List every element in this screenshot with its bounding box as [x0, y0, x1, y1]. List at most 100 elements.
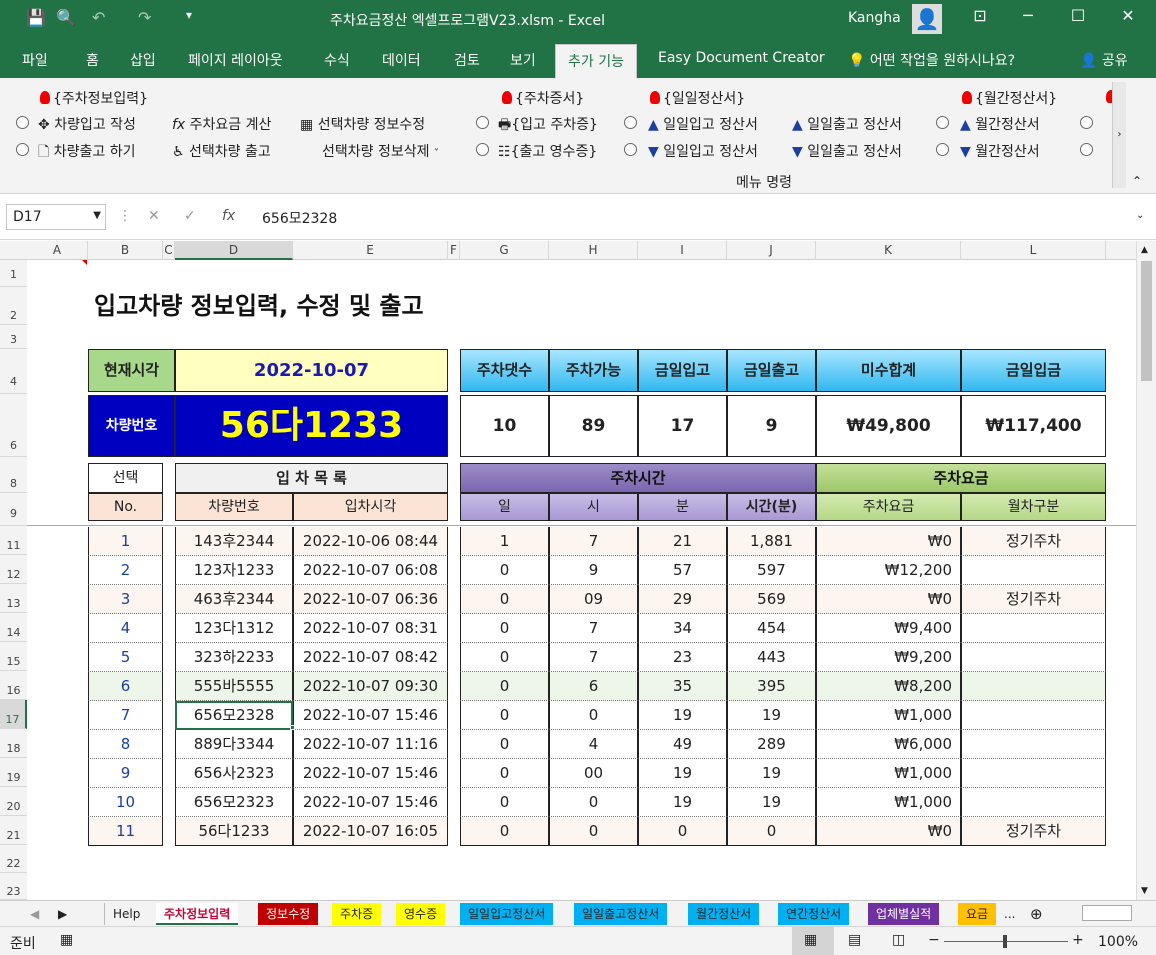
table-cell-row-number[interactable]: 8: [88, 730, 163, 759]
table-cell-monthly-type[interactable]: [961, 643, 1106, 672]
table-cell-parking-fee[interactable]: ₩12,200: [816, 556, 961, 585]
tab-file[interactable]: 파일: [22, 50, 48, 70]
table-cell-hours[interactable]: 0: [549, 701, 638, 730]
entry-ticket-button[interactable]: 🖶{입고 주차증}: [498, 114, 598, 138]
table-cell-monthly-type[interactable]: 정기주차: [961, 817, 1106, 846]
radio-option[interactable]: [624, 116, 637, 129]
table-cell-row-number[interactable]: 7: [88, 701, 163, 730]
table-cell-total-minutes[interactable]: 19: [727, 701, 816, 730]
scroll-down-icon[interactable]: ▼: [1141, 886, 1148, 896]
row-header[interactable]: 15: [0, 642, 27, 671]
sheet-tab-ticket[interactable]: 주차증: [332, 903, 382, 925]
table-cell-parking-fee[interactable]: ₩6,000: [816, 730, 961, 759]
selected-car-exit-button[interactable]: ♿ 선택차량 출고: [172, 141, 271, 161]
table-cell-hours[interactable]: 0: [549, 817, 638, 846]
page-break-icon[interactable]: ◫: [892, 932, 905, 948]
table-cell-monthly-type[interactable]: [961, 614, 1106, 643]
table-cell-minutes[interactable]: 19: [638, 788, 727, 817]
table-cell-days[interactable]: 0: [460, 585, 549, 614]
table-cell-entry-time[interactable]: 2022-10-06 08:44: [293, 527, 448, 556]
column-header[interactable]: K: [816, 241, 961, 260]
user-name[interactable]: Kangha: [848, 10, 901, 26]
table-cell-row-number[interactable]: 6: [88, 672, 163, 701]
table-cell-total-minutes[interactable]: 443: [727, 643, 816, 672]
fill-handle[interactable]: [290, 725, 295, 730]
table-cell-minutes[interactable]: 19: [638, 759, 727, 788]
table-cell-hours[interactable]: 7: [549, 527, 638, 556]
tab-page-layout[interactable]: 페이지 레이아웃: [188, 50, 283, 70]
sheet-tab-active[interactable]: 주차정보입력: [156, 903, 239, 925]
table-cell-hours[interactable]: 00: [549, 759, 638, 788]
column-header-selected[interactable]: D: [175, 241, 293, 260]
table-cell-days[interactable]: 0: [460, 817, 549, 846]
table-cell-total-minutes[interactable]: 569: [727, 585, 816, 614]
column-header[interactable]: G: [460, 241, 549, 260]
table-cell-monthly-type[interactable]: 정기주차: [961, 527, 1106, 556]
table-cell-total-minutes[interactable]: 395: [727, 672, 816, 701]
monthly-down-button[interactable]: ▼ 월간정산서: [960, 141, 1040, 161]
table-cell-row-number[interactable]: 9: [88, 759, 163, 788]
macro-record-icon[interactable]: ▦: [60, 932, 73, 948]
column-header[interactable]: B: [88, 241, 163, 260]
table-cell-monthly-type[interactable]: [961, 730, 1106, 759]
table-cell-entry-time[interactable]: 2022-10-07 08:31: [293, 614, 448, 643]
table-cell-parking-fee[interactable]: ₩0: [816, 527, 961, 556]
edit-car-info-button[interactable]: ▦ 선택차량 정보수정: [300, 114, 425, 134]
row-header[interactable]: 6: [0, 394, 27, 457]
monthly-up-button[interactable]: ▲ 월간정산서: [960, 114, 1040, 134]
table-cell-car-number[interactable]: 143후2344: [175, 527, 293, 556]
table-cell-total-minutes[interactable]: 597: [727, 556, 816, 585]
vertical-scrollbar[interactable]: ▲ ▼: [1136, 241, 1156, 900]
table-cell-parking-fee[interactable]: ₩0: [816, 585, 961, 614]
table-cell-total-minutes[interactable]: 19: [727, 788, 816, 817]
fee-calc-button[interactable]: fx 주차요금 계산: [172, 114, 271, 134]
row-header[interactable]: 19: [0, 758, 27, 787]
radio-option[interactable]: [16, 143, 29, 156]
table-cell-parking-fee[interactable]: ₩9,400: [816, 614, 961, 643]
car-entry-button[interactable]: ✥ 차량입고 작성: [38, 114, 136, 134]
row-header[interactable]: 2: [0, 287, 27, 325]
now-value[interactable]: 2022-10-07: [175, 349, 448, 392]
column-header[interactable]: E: [293, 241, 448, 260]
radio-option[interactable]: [476, 143, 489, 156]
row-header-selected[interactable]: 17: [0, 700, 27, 729]
table-cell-parking-fee[interactable]: ₩8,200: [816, 672, 961, 701]
table-cell-row-number[interactable]: 10: [88, 788, 163, 817]
radio-option[interactable]: [936, 143, 949, 156]
ribbon-scroll-right[interactable]: ›: [1112, 82, 1126, 188]
table-cell-car-number[interactable]: 56다1233: [175, 817, 293, 846]
table-cell-days[interactable]: 0: [460, 788, 549, 817]
table-cell-car-number[interactable]: 323하2233: [175, 643, 293, 672]
table-cell-row-number[interactable]: 2: [88, 556, 163, 585]
cancel-icon[interactable]: ✕: [148, 208, 160, 224]
table-cell-car-number[interactable]: 463후2344: [175, 585, 293, 614]
row-header[interactable]: 3: [0, 325, 27, 349]
table-cell-car-number[interactable]: 656모2328: [175, 701, 293, 730]
sheet-tab-yearly[interactable]: 연간정산서: [778, 903, 850, 925]
table-cell-entry-time[interactable]: 2022-10-07 15:46: [293, 701, 448, 730]
table-cell-days[interactable]: 0: [460, 643, 549, 672]
tab-insert[interactable]: 삽입: [130, 50, 156, 70]
column-header[interactable]: J: [727, 241, 816, 260]
scroll-thumb[interactable]: [1141, 261, 1152, 381]
maximize-icon[interactable]: ☐: [1058, 6, 1098, 32]
tab-home[interactable]: 홈: [86, 50, 99, 70]
radio-option[interactable]: [936, 116, 949, 129]
row-header[interactable]: 9: [0, 493, 27, 526]
table-cell-minutes[interactable]: 34: [638, 614, 727, 643]
daily-entry-down-button[interactable]: ▼ 일일입고 정산서: [648, 141, 758, 161]
table-cell-hours[interactable]: 09: [549, 585, 638, 614]
table-cell-monthly-type[interactable]: [961, 759, 1106, 788]
car-number-input[interactable]: 56다1233: [175, 395, 448, 457]
zoom-level[interactable]: 100%: [1098, 934, 1138, 950]
table-cell-days[interactable]: 0: [460, 701, 549, 730]
table-cell-minutes[interactable]: 21: [638, 527, 727, 556]
minimize-icon[interactable]: ─: [1008, 6, 1048, 32]
table-cell-hours[interactable]: 4: [549, 730, 638, 759]
column-header[interactable]: L: [961, 241, 1106, 260]
table-cell-hours[interactable]: 7: [549, 643, 638, 672]
table-cell-parking-fee[interactable]: ₩9,200: [816, 643, 961, 672]
table-cell-total-minutes[interactable]: 0: [727, 817, 816, 846]
sheet-tab-receipt[interactable]: 영수증: [396, 903, 446, 925]
table-cell-car-number[interactable]: 123자1233: [175, 556, 293, 585]
